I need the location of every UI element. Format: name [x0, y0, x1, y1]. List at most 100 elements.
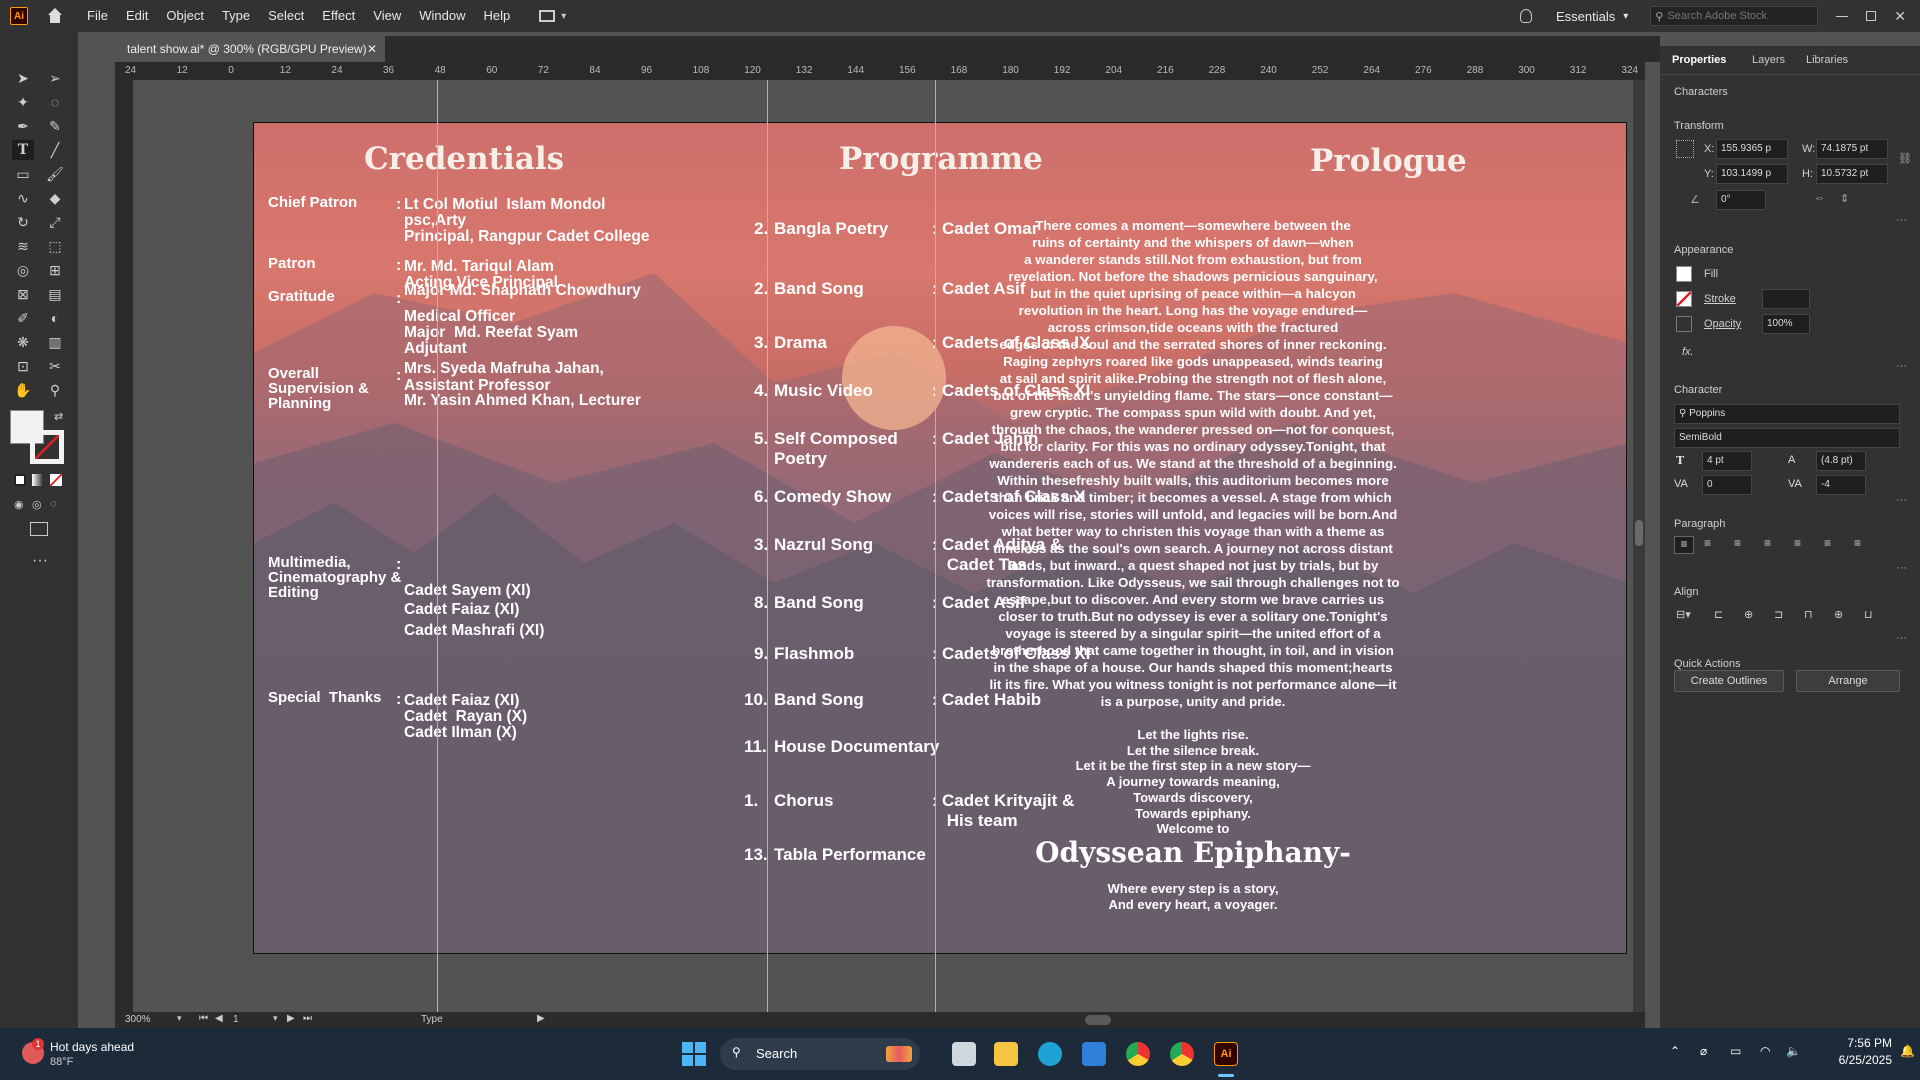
menu-view[interactable]: View — [364, 0, 410, 32]
workspace-switcher[interactable]: Essentials ▾ — [1556, 9, 1628, 24]
align-horizontal-center-icon[interactable]: ⊕ — [1744, 608, 1753, 621]
flip-vertical-icon[interactable]: ⇕ — [1840, 192, 1849, 205]
shape-builder-tool-icon[interactable]: ◎ — [12, 260, 34, 280]
align-right-button[interactable]: ≡ — [1734, 536, 1741, 550]
align-left-edges-icon[interactable]: ⊏ — [1714, 608, 1723, 621]
weather-widget[interactable]: 1 Hot days ahead 88°F — [18, 1038, 178, 1070]
more-options-icon[interactable]: ··· — [1896, 360, 1907, 372]
y-field[interactable]: 103.1499 p — [1716, 164, 1788, 184]
chrome-icon[interactable] — [1126, 1042, 1150, 1066]
notification-bell-icon[interactable]: 🔔 — [1900, 1044, 1915, 1058]
menu-effect[interactable]: Effect — [313, 0, 364, 32]
height-field[interactable]: 10.5732 pt — [1816, 164, 1888, 184]
justify-all-button[interactable]: ≡ — [1854, 536, 1861, 550]
rotation-field[interactable]: 0° — [1716, 190, 1766, 210]
slice-tool-icon[interactable]: ✂ — [44, 356, 66, 376]
direct-selection-tool-icon[interactable]: ➢ — [44, 68, 66, 88]
menu-help[interactable]: Help — [474, 0, 519, 32]
rotate-tool-icon[interactable]: ↻ — [12, 212, 34, 232]
chevron-down-icon[interactable]: ▾ — [561, 11, 566, 22]
tab-libraries[interactable]: Libraries — [1806, 54, 1848, 66]
scale-tool-icon[interactable]: ⤢ — [44, 212, 66, 232]
line-tool-icon[interactable]: ╱ — [44, 140, 66, 160]
font-style-field[interactable]: SemiBold — [1674, 428, 1900, 448]
guide-line[interactable] — [437, 80, 438, 1012]
maximize-icon[interactable] — [1866, 11, 1877, 21]
width-field[interactable]: 74.1875 pt — [1816, 139, 1888, 159]
justify-center-button[interactable]: ≡ — [1794, 536, 1801, 550]
opacity-field[interactable]: 100% — [1762, 314, 1810, 334]
font-family-field[interactable]: ⚲ Poppins — [1674, 404, 1900, 424]
taskbar-search[interactable]: ⚲ Search — [720, 1038, 920, 1070]
edge-browser-icon[interactable] — [1038, 1042, 1062, 1066]
zoom-tool-icon[interactable]: ⚲ — [44, 380, 66, 400]
fill-color-swatch[interactable] — [1676, 266, 1692, 282]
tray-chevron-icon[interactable]: ⌃ — [1670, 1044, 1680, 1058]
vertical-scrollbar[interactable] — [1633, 80, 1645, 1012]
align-center-button[interactable]: ≡ — [1704, 536, 1711, 550]
align-top-edges-icon[interactable]: ⊓ — [1804, 608, 1813, 621]
more-options-icon[interactable]: ··· — [1896, 632, 1907, 644]
horizontal-scrollbar-thumb[interactable] — [1085, 1015, 1111, 1025]
shaper-tool-icon[interactable]: ∿ — [12, 188, 34, 208]
pen-tool-icon[interactable]: ✒ — [12, 116, 34, 136]
align-to-icon[interactable]: ⊟▾ — [1676, 608, 1691, 621]
perspective-grid-tool-icon[interactable]: ⊞ — [44, 260, 66, 280]
file-explorer-icon[interactable] — [994, 1042, 1018, 1066]
artboard-dropdown-icon[interactable]: ▾ — [273, 1013, 278, 1024]
zoom-dropdown-icon[interactable]: ▾ — [177, 1013, 182, 1024]
graph-tool-icon[interactable]: ▥ — [44, 332, 66, 352]
x-field[interactable]: 155.9365 p — [1716, 139, 1788, 159]
justify-left-button[interactable]: ≡ — [1764, 536, 1771, 550]
zoom-level[interactable]: 300% — [125, 1014, 151, 1025]
guide-line[interactable] — [935, 80, 936, 1012]
eraser-tool-icon[interactable]: ◆ — [44, 188, 66, 208]
display-icon[interactable]: ▭ — [1730, 1044, 1741, 1058]
draw-normal-icon[interactable]: ◉ — [14, 498, 24, 511]
kerning-field[interactable]: 0 — [1702, 475, 1752, 495]
tracking-field[interactable]: -4 — [1816, 475, 1866, 495]
opacity-label[interactable]: Opacity — [1704, 318, 1741, 330]
artboard[interactable]: Credentials Chief Patron: Lt Col Motiul I… — [253, 122, 1627, 954]
symbol-sprayer-tool-icon[interactable]: ❋ — [12, 332, 34, 352]
align-right-edges-icon[interactable]: ⊐ — [1774, 608, 1783, 621]
menu-object[interactable]: Object — [157, 0, 213, 32]
warp-tool-icon[interactable]: ≋ — [12, 236, 34, 256]
paintbrush-tool-icon[interactable]: 🖌 — [44, 164, 66, 184]
document-tab[interactable]: talent show.ai* @ 300% (RGB/GPU Preview)… — [115, 36, 385, 62]
task-view-icon[interactable] — [952, 1042, 976, 1066]
canvas[interactable]: Credentials Chief Patron: Lt Col Motiul I… — [133, 80, 1645, 1012]
volume-icon[interactable]: 🔈 — [1786, 1044, 1801, 1058]
tab-properties[interactable]: Properties — [1672, 54, 1726, 66]
magic-wand-tool-icon[interactable]: ✦ — [12, 92, 34, 112]
artboard-number[interactable]: 1 — [233, 1014, 239, 1025]
type-tool-icon[interactable]: T — [12, 140, 34, 160]
network-icon[interactable]: ⌀ — [1700, 1044, 1707, 1058]
more-options-icon[interactable]: ··· — [1896, 494, 1907, 506]
lightbulb-icon[interactable] — [1519, 9, 1532, 23]
tab-layers[interactable]: Layers — [1752, 54, 1785, 66]
gradient-mode-icon[interactable] — [32, 474, 44, 486]
stock-search-input[interactable] — [1667, 10, 1808, 22]
guide-line[interactable] — [767, 80, 768, 1012]
screen-mode-icon[interactable] — [30, 522, 48, 536]
create-outlines-button[interactable]: Create Outlines — [1674, 670, 1784, 692]
reference-point-icon[interactable] — [1676, 140, 1694, 158]
minimize-icon[interactable] — [1836, 15, 1849, 17]
gradient-tool-icon[interactable]: ▤ — [44, 284, 66, 304]
selection-tool-icon[interactable]: ➤ — [12, 68, 34, 88]
start-button[interactable] — [682, 1042, 706, 1066]
effects-label[interactable]: fx. — [1682, 346, 1694, 358]
font-size-field[interactable]: 4 pt — [1702, 451, 1752, 471]
stock-search[interactable]: ⚲ — [1650, 6, 1819, 26]
scrollbar-thumb[interactable] — [1635, 520, 1643, 546]
flip-horizontal-icon[interactable]: ⇔ — [1814, 192, 1825, 204]
stroke-color-swatch[interactable] — [1676, 291, 1692, 307]
illustrator-taskbar-icon[interactable]: Ai — [1214, 1042, 1238, 1066]
stroke-label[interactable]: Stroke — [1704, 293, 1736, 305]
status-menu-icon[interactable]: ▶ — [537, 1013, 545, 1024]
home-icon[interactable] — [46, 8, 64, 24]
swap-fill-stroke-icon[interactable]: ⇄ — [54, 410, 63, 423]
close-tab-icon[interactable]: ✕ — [367, 36, 377, 62]
justify-right-button[interactable]: ≡ — [1824, 536, 1831, 550]
